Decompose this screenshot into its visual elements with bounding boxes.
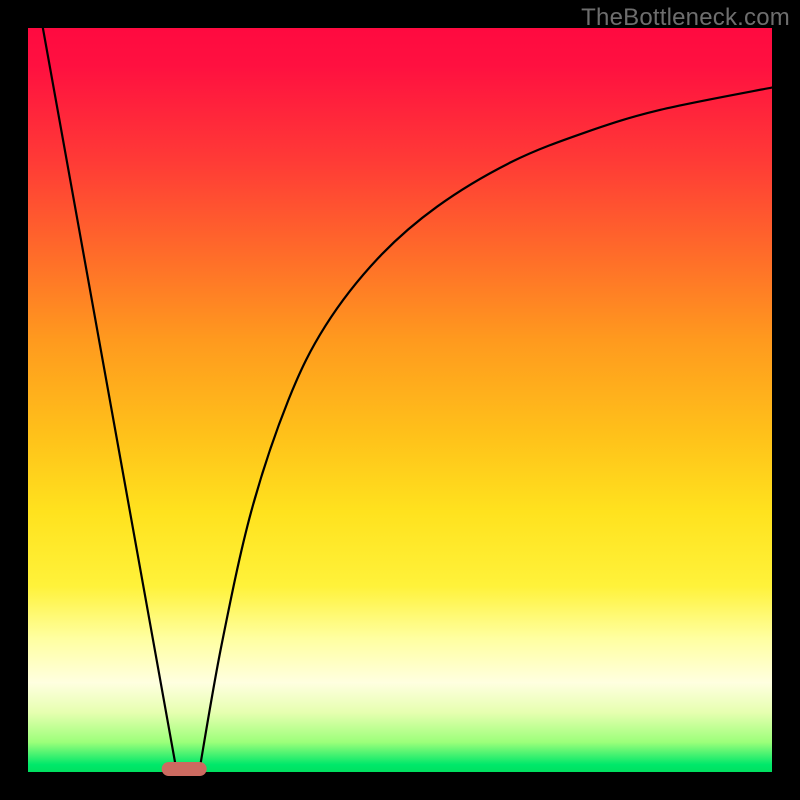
curve-layer — [28, 28, 772, 772]
curve-path — [43, 28, 772, 772]
chart-frame: TheBottleneck.com — [0, 0, 800, 800]
bottleneck-marker — [162, 762, 207, 776]
watermark-text: TheBottleneck.com — [581, 4, 790, 32]
plot-area — [28, 28, 772, 772]
